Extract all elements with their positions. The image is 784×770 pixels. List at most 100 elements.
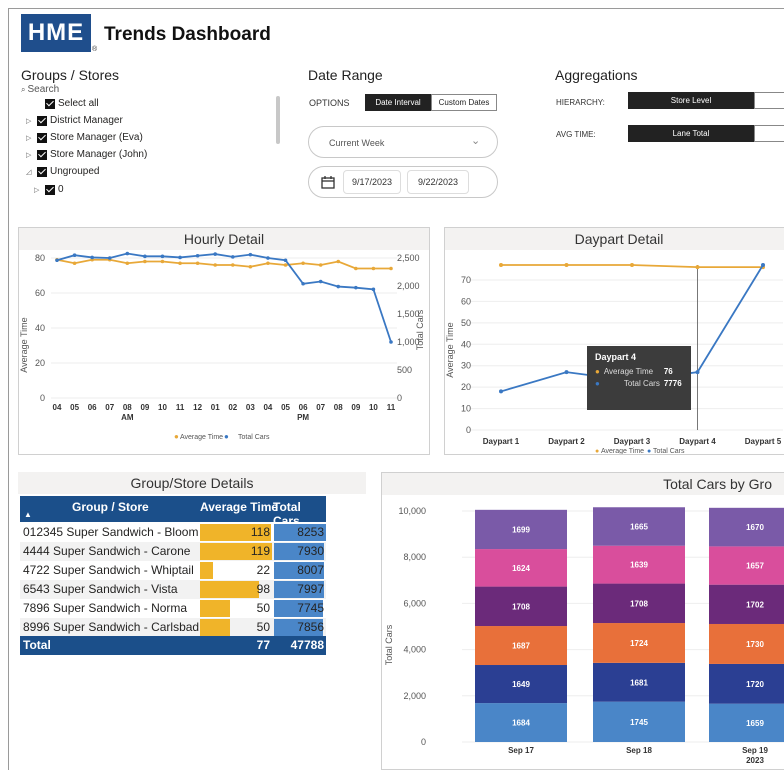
data-point bbox=[55, 258, 59, 263]
page-title: Trends Dashboard bbox=[104, 24, 271, 45]
x-tick: 11 bbox=[387, 403, 396, 412]
table-row[interactable]: 7896 Super Sandwich - Norma 50 7745 bbox=[20, 599, 326, 618]
checkbox-icon[interactable] bbox=[37, 132, 47, 143]
date-picker[interactable] bbox=[308, 166, 498, 198]
tree-item-eva[interactable]: ▷ Store Manager (Eva) bbox=[26, 132, 143, 143]
tree-scrollbar[interactable] bbox=[276, 96, 280, 144]
y-tick: 4,000 bbox=[403, 645, 426, 655]
x-tick: 07 bbox=[316, 403, 325, 412]
table-row[interactable]: 8996 Super Sandwich - Carlsbad 50 7856 bbox=[20, 618, 326, 637]
data-point bbox=[761, 263, 765, 267]
data-point bbox=[248, 252, 253, 257]
data-point bbox=[266, 261, 270, 266]
tooltip-avg-value: 76 bbox=[663, 367, 673, 376]
checkbox-icon[interactable] bbox=[45, 98, 55, 109]
y-right-tick: 1,000 bbox=[397, 337, 420, 347]
hierarchy-other-button[interactable] bbox=[754, 92, 784, 109]
table-header: Group / Store ▲ Average Time Total Cars bbox=[20, 496, 326, 528]
table-row[interactable]: 6543 Super Sandwich - Vista 98 7997 bbox=[20, 580, 326, 599]
cell-cars: 7856 bbox=[297, 620, 324, 634]
sort-asc-icon[interactable]: ▲ bbox=[24, 510, 32, 519]
data-label: 1624 bbox=[512, 564, 530, 573]
y-right-tick: 2,500 bbox=[397, 253, 420, 263]
data-label: 1649 bbox=[512, 680, 530, 689]
avg-time-other-button[interactable] bbox=[754, 125, 784, 142]
data-point bbox=[354, 266, 358, 271]
data-point bbox=[499, 263, 503, 267]
total-cars-chart[interactable]: Total Cars 0 2,000 4,000 6,000 8,000 10,000 16… bbox=[382, 495, 784, 770]
col-store-header[interactable]: Group / Store bbox=[72, 500, 149, 514]
legend-avg-dot: ● bbox=[174, 432, 179, 441]
tree-item-district[interactable]: ▷ District Manager bbox=[26, 115, 123, 126]
y-right-tick: 0 bbox=[397, 393, 402, 403]
checkbox-icon[interactable] bbox=[37, 166, 47, 177]
data-label: 1708 bbox=[630, 599, 648, 608]
table-row[interactable]: 4722 Super Sandwich - Whiptail 22 8007 bbox=[20, 561, 326, 580]
legend-avg-dot: ● bbox=[595, 448, 599, 454]
data-point bbox=[389, 266, 393, 271]
start-date-field[interactable]: 9/17/2023 bbox=[343, 170, 401, 194]
tree-item-john[interactable]: ▷ Store Manager (John) bbox=[26, 149, 147, 160]
tree-item-0[interactable]: ▷ 0 bbox=[34, 184, 64, 195]
table-row[interactable]: 4444 Super Sandwich - Carone 119 7930 bbox=[20, 542, 326, 561]
cell-avg: 50 bbox=[256, 620, 270, 634]
expand-icon[interactable]: ▷ bbox=[34, 186, 42, 194]
y-tick: 0 bbox=[466, 425, 471, 435]
expand-icon[interactable]: ▷ bbox=[26, 134, 34, 142]
y-tick: 2,000 bbox=[403, 691, 426, 701]
avg-time-lane-total-button[interactable]: Lane Total bbox=[628, 125, 754, 142]
expand-icon[interactable]: ▷ bbox=[26, 151, 34, 159]
data-label: 1681 bbox=[630, 678, 648, 687]
date-interval-button[interactable]: Date Interval bbox=[365, 94, 431, 111]
registered-mark: ® bbox=[92, 46, 98, 53]
custom-dates-button[interactable]: Custom Dates bbox=[431, 94, 497, 111]
data-label: 1687 bbox=[512, 642, 530, 651]
interval-dropdown[interactable]: Current Week ⌄ bbox=[308, 126, 498, 158]
data-point bbox=[213, 252, 218, 256]
data-point bbox=[72, 261, 77, 266]
checkbox-icon[interactable] bbox=[45, 184, 55, 195]
calendar-icon[interactable] bbox=[321, 175, 335, 189]
x-tick: 05 bbox=[281, 403, 290, 412]
col-avg-header[interactable]: Average Time bbox=[200, 500, 278, 514]
y-tick: 10,000 bbox=[398, 506, 426, 516]
groups-search[interactable]: ⌕ Search bbox=[21, 84, 59, 95]
x-tick: 06 bbox=[299, 403, 308, 412]
groups-title: Groups / Stores bbox=[21, 67, 120, 83]
cell-store: 6543 Super Sandwich - Vista bbox=[23, 582, 178, 596]
hourly-title: Hourly Detail bbox=[19, 228, 429, 250]
cell-store: 7896 Super Sandwich - Norma bbox=[23, 601, 188, 615]
tree-item-ungrouped[interactable]: ◿ Ungrouped bbox=[26, 166, 99, 177]
cell-cars: 8007 bbox=[297, 563, 324, 577]
checkbox-icon[interactable] bbox=[37, 115, 47, 126]
x-tick: 10 bbox=[158, 403, 167, 412]
data-point bbox=[354, 285, 358, 290]
y-left-tick: 60 bbox=[35, 288, 45, 298]
data-label: 1720 bbox=[746, 680, 764, 689]
expand-icon[interactable]: ▷ bbox=[26, 117, 34, 125]
groups-tree: Select all ▷ District Manager ▷ Store Mana… bbox=[22, 96, 282, 200]
tree-item-select-all[interactable]: Select all bbox=[34, 98, 99, 109]
hierarchy-store-level-button[interactable]: Store Level bbox=[628, 92, 754, 109]
legend-avg-label: Average Time bbox=[180, 434, 223, 441]
x-tick: 08 bbox=[334, 403, 343, 412]
chevron-down-icon: ⌄ bbox=[471, 135, 481, 147]
table-row[interactable]: 012345 Super Sandwich - Bloom 118 8253 bbox=[20, 523, 326, 542]
checkbox-icon[interactable] bbox=[37, 149, 47, 160]
end-date-field[interactable]: 9/22/2023 bbox=[407, 170, 469, 194]
tooltip-title: Daypart 4 bbox=[595, 352, 637, 362]
legend-cars-label: Total Cars bbox=[653, 448, 685, 454]
hourly-chart[interactable]: Average Time Total Cars ● Average Time ●… bbox=[19, 250, 429, 454]
cell-store: 012345 Super Sandwich - Bloom bbox=[23, 525, 199, 539]
collapse-icon[interactable]: ◿ bbox=[26, 168, 34, 176]
data-point bbox=[72, 253, 77, 257]
search-input[interactable]: Search bbox=[27, 84, 59, 95]
x-tick: 02 bbox=[228, 403, 237, 412]
data-point bbox=[318, 263, 323, 267]
data-point bbox=[143, 259, 147, 264]
tooltip-cars-value: 7776 bbox=[663, 379, 682, 388]
cell-cars: 7997 bbox=[297, 582, 324, 596]
tree-item-label: 0 bbox=[58, 184, 64, 195]
data-label: 1639 bbox=[630, 561, 648, 570]
y-left-tick: 20 bbox=[35, 358, 45, 368]
